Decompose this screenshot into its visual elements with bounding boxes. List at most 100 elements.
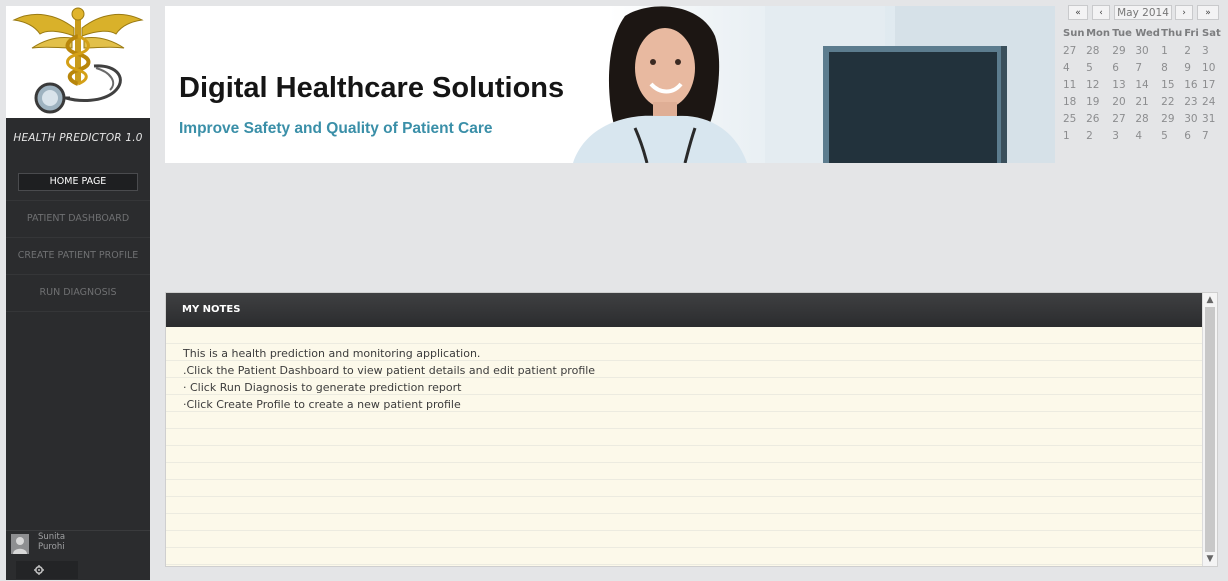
- caduceus-stethoscope-icon: [12, 7, 144, 114]
- calendar-week-row: 4 5 6 7 8 9 10: [1063, 59, 1223, 76]
- calendar-grid: Sun Mon Tue Wed Thu Fri Sat 27 28 29 30 …: [1063, 25, 1223, 144]
- calendar-day[interactable]: 14: [1135, 76, 1161, 93]
- calendar-day[interactable]: 24: [1202, 93, 1223, 110]
- calendar-day[interactable]: 22: [1161, 93, 1184, 110]
- calendar-day[interactable]: 3: [1202, 42, 1223, 59]
- calendar-day[interactable]: 23: [1184, 93, 1202, 110]
- sidebar-item-create-patient-profile[interactable]: CREATE PATIENT PROFILE: [6, 238, 150, 275]
- calendar-day[interactable]: 28: [1086, 42, 1112, 59]
- prev-year-button[interactable]: «: [1068, 5, 1088, 20]
- scroll-down-icon[interactable]: ▼: [1205, 554, 1215, 564]
- calendar-day[interactable]: 17: [1202, 76, 1223, 93]
- notes-line: ·Click Create Profile to create a new pa…: [183, 398, 461, 411]
- calendar-day[interactable]: 13: [1112, 76, 1135, 93]
- calendar-day[interactable]: 3: [1112, 127, 1135, 144]
- calendar-day[interactable]: 5: [1086, 59, 1112, 76]
- user-last-name: Purohi: [38, 542, 65, 552]
- sidebar-item-label: CREATE PATIENT PROFILE: [17, 250, 139, 261]
- calendar-day[interactable]: 31: [1202, 110, 1223, 127]
- weekday-label: Wed: [1135, 28, 1160, 39]
- notes-line: .Click the Patient Dashboard to view pat…: [183, 364, 596, 377]
- calendar-day[interactable]: 20: [1112, 93, 1135, 110]
- weekday-label: Sat: [1202, 28, 1221, 39]
- weekday-label: Thu: [1161, 28, 1183, 39]
- hero-banner: Digital Healthcare Solutions Improve Saf…: [165, 6, 1055, 163]
- calendar-nav: « ‹ May 2014 › »: [1063, 4, 1223, 22]
- calendar-day[interactable]: 10: [1202, 59, 1223, 76]
- weekday-label: Sun: [1063, 28, 1085, 39]
- calendar-week-row: 1 2 3 4 5 6 7: [1063, 127, 1223, 144]
- notes-scrollbar[interactable]: ▲ ▼: [1202, 293, 1217, 566]
- calendar-day[interactable]: 21: [1135, 93, 1161, 110]
- calendar-month-label: May 2014: [1114, 5, 1172, 20]
- calendar-day[interactable]: 2: [1086, 127, 1112, 144]
- calendar-day[interactable]: 7: [1135, 59, 1161, 76]
- sidebar-item-patient-dashboard[interactable]: PATIENT DASHBOARD: [6, 201, 150, 238]
- sidebar: HEALTH PREDICTOR 1.0 HOME PAGE PATIENT D…: [6, 6, 150, 580]
- prev-month-button[interactable]: ‹: [1092, 5, 1110, 20]
- settings-button[interactable]: [16, 561, 78, 579]
- calendar-day[interactable]: 25: [1063, 110, 1086, 127]
- calendar-day[interactable]: 29: [1161, 110, 1184, 127]
- calendar-day[interactable]: 29: [1112, 42, 1135, 59]
- calendar-day[interactable]: 28: [1135, 110, 1161, 127]
- calendar-week-row: 27 28 29 30 1 2 3: [1063, 42, 1223, 59]
- calendar-day[interactable]: 5: [1161, 127, 1184, 144]
- notes-line: · Click Run Diagnosis to generate predic…: [183, 381, 462, 394]
- my-notes-panel: MY NOTES This is a health prediction and…: [165, 292, 1218, 567]
- user-first-name: Sunita: [38, 532, 66, 542]
- calendar-day[interactable]: 18: [1063, 93, 1086, 110]
- calendar-day[interactable]: 2: [1184, 42, 1202, 59]
- weekday-label: Tue: [1112, 28, 1132, 39]
- scroll-up-icon[interactable]: ▲: [1205, 295, 1215, 305]
- user-panel: Sunita Purohi: [6, 530, 150, 581]
- sidebar-nav: HOME PAGE PATIENT DASHBOARD CREATE PATIE…: [6, 164, 150, 312]
- calendar-day[interactable]: 27: [1112, 110, 1135, 127]
- calendar-day[interactable]: 4: [1063, 59, 1086, 76]
- banner-title: Digital Healthcare Solutions: [179, 72, 565, 104]
- gear-icon: [34, 565, 44, 575]
- next-month-button[interactable]: ›: [1175, 5, 1193, 20]
- calendar-day[interactable]: 7: [1202, 127, 1223, 144]
- next-year-button[interactable]: »: [1197, 5, 1219, 20]
- notes-line: This is a health prediction and monitori…: [183, 347, 481, 360]
- calendar-day[interactable]: 6: [1184, 127, 1202, 144]
- calendar-day[interactable]: 1: [1161, 42, 1184, 59]
- notes-content: This is a health prediction and monitori…: [183, 345, 595, 413]
- mini-calendar: « ‹ May 2014 › » Sun Mon Tue Wed Thu Fri…: [1063, 4, 1223, 154]
- sidebar-item-home-page[interactable]: HOME PAGE: [6, 164, 150, 201]
- banner-subtitle: Improve Safety and Quality of Patient Ca…: [179, 120, 493, 137]
- calendar-week-row: 18 19 20 21 22 23 24: [1063, 93, 1223, 110]
- weekday-label: Fri: [1184, 28, 1199, 39]
- calendar-week-row: 25 26 27 28 29 30 31: [1063, 110, 1223, 127]
- calendar-day[interactable]: 26: [1086, 110, 1112, 127]
- sidebar-item-label: RUN DIAGNOSIS: [39, 287, 117, 298]
- doctor-and-monitor-image: [573, 6, 1055, 163]
- notes-header: MY NOTES: [166, 293, 1204, 327]
- sidebar-item-run-diagnosis[interactable]: RUN DIAGNOSIS: [6, 275, 150, 312]
- calendar-day[interactable]: 19: [1086, 93, 1112, 110]
- calendar-day[interactable]: 30: [1184, 110, 1202, 127]
- sidebar-item-label: HOME PAGE: [18, 173, 138, 191]
- notes-textarea[interactable]: This is a health prediction and monitori…: [166, 327, 1204, 566]
- calendar-weekday-row: Sun Mon Tue Wed Thu Fri Sat: [1063, 25, 1223, 42]
- calendar-day[interactable]: 9: [1184, 59, 1202, 76]
- sidebar-item-label: PATIENT DASHBOARD: [26, 213, 130, 224]
- weekday-label: Mon: [1086, 28, 1111, 39]
- scrollbar-thumb[interactable]: [1205, 307, 1215, 552]
- calendar-day[interactable]: 11: [1063, 76, 1086, 93]
- calendar-day[interactable]: 15: [1161, 76, 1184, 93]
- user-silhouette-icon: [11, 534, 29, 554]
- calendar-day[interactable]: 27: [1063, 42, 1086, 59]
- user-name: Sunita Purohi: [38, 532, 65, 552]
- calendar-day[interactable]: 16: [1184, 76, 1202, 93]
- calendar-week-row: 11 12 13 14 15 16 17: [1063, 76, 1223, 93]
- app-title: HEALTH PREDICTOR 1.0: [13, 132, 143, 144]
- calendar-day[interactable]: 30: [1135, 42, 1161, 59]
- calendar-day[interactable]: 8: [1161, 59, 1184, 76]
- app-logo: [6, 6, 150, 118]
- calendar-day[interactable]: 4: [1135, 127, 1161, 144]
- calendar-day[interactable]: 12: [1086, 76, 1112, 93]
- calendar-day[interactable]: 6: [1112, 59, 1135, 76]
- calendar-day[interactable]: 1: [1063, 127, 1086, 144]
